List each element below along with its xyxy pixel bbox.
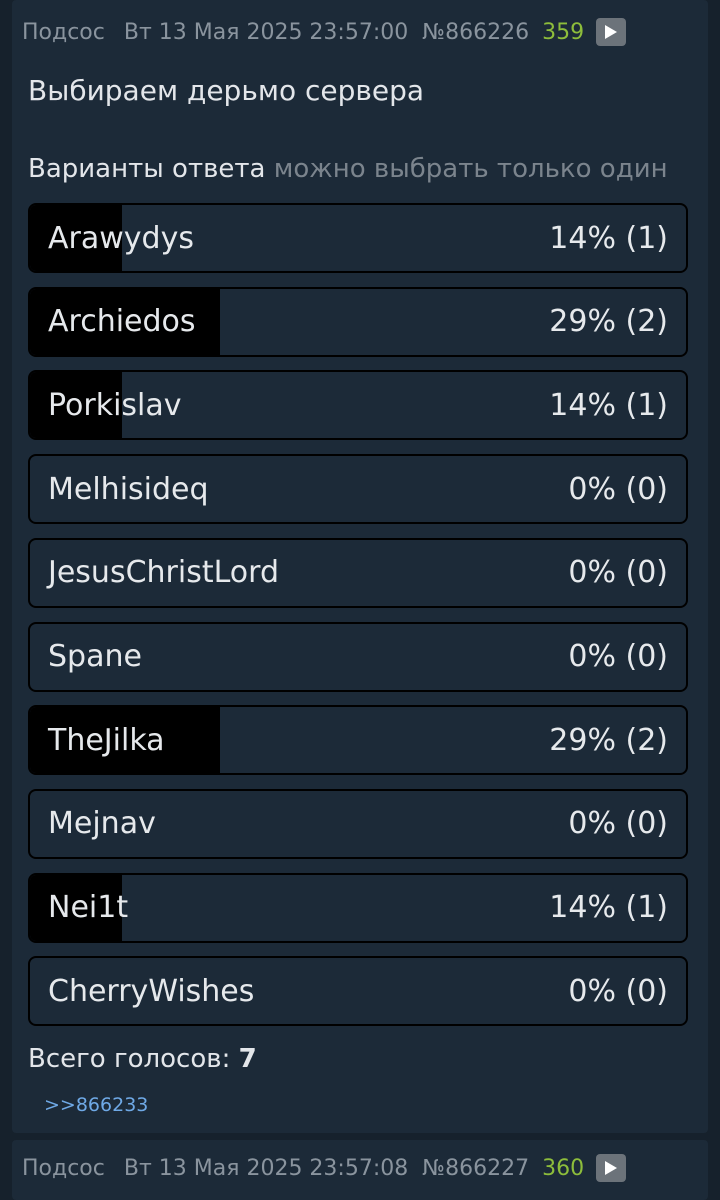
poll-option-result: 0% (0) <box>568 555 668 591</box>
poll-option[interactable]: Mejnav 0% (0) <box>28 788 688 859</box>
total-votes: Всего голосов: 7 <box>28 1044 257 1074</box>
next-post-header: Подсос Вт 13 Мая 2025 23:57:08 №866227 3… <box>22 1151 627 1185</box>
post-card: Подсос Вт 13 Мая 2025 23:57:00 №866226 3… <box>12 0 708 1133</box>
post-author[interactable]: Подсос <box>22 20 105 45</box>
poll-option[interactable]: TheJilka 29% (2) <box>28 705 688 776</box>
poll-option-result: 29% (2) <box>549 722 668 758</box>
next-post-author[interactable]: Подсос <box>22 1156 105 1181</box>
poll-option-name: Nei1t <box>48 890 129 926</box>
poll-option-name: Archiedos <box>48 304 196 340</box>
poll-option-result: 14% (1) <box>549 220 668 256</box>
play-button[interactable] <box>596 18 627 46</box>
next-play-button[interactable] <box>596 1154 627 1182</box>
poll-option-name: Arawydys <box>48 220 194 256</box>
poll-option-name: TheJilka <box>48 722 165 758</box>
post-count: 359 <box>542 19 585 45</box>
next-post-date: Вт 13 Мая 2025 23:57:08 <box>123 1155 409 1181</box>
poll-option-name: Melhisideq <box>48 471 209 507</box>
poll-option-result: 29% (2) <box>549 304 668 340</box>
poll-option-name: Spane <box>48 639 142 674</box>
poll-option[interactable]: Archiedos 29% (2) <box>28 286 688 357</box>
poll-option[interactable]: Porkislav 14% (1) <box>28 370 688 441</box>
poll-option-name: Porkislav <box>48 387 182 423</box>
post-number[interactable]: №866226 <box>422 20 529 45</box>
next-post-number[interactable]: №866227 <box>422 1156 529 1181</box>
poll-label-main: Варианты ответа <box>28 154 266 184</box>
post-header: Подсос Вт 13 Мая 2025 23:57:00 №866226 3… <box>22 15 627 49</box>
poll-option[interactable]: Arawydys 14% (1) <box>28 203 688 273</box>
poll-option-result: 0% (0) <box>568 806 668 842</box>
next-post-card: Подсос Вт 13 Мая 2025 23:57:08 №866227 3… <box>12 1140 708 1200</box>
poll-option-result: 0% (0) <box>568 471 668 507</box>
post-title: Выбираем дерьмо сервера <box>28 74 425 107</box>
poll-option-result: 14% (1) <box>549 890 668 926</box>
poll-option[interactable]: Spane 0% (0) <box>28 621 688 692</box>
poll-option-name: JesusChristLord <box>48 555 279 591</box>
play-icon <box>605 1161 618 1175</box>
next-post-count: 360 <box>542 1155 585 1181</box>
poll-option-result: 0% (0) <box>568 639 668 674</box>
poll-option-result: 14% (1) <box>549 387 668 423</box>
play-icon <box>605 25 618 39</box>
poll-option[interactable]: Melhisideq 0% (0) <box>28 454 688 525</box>
post-date: Вт 13 Мая 2025 23:57:00 <box>123 19 409 45</box>
poll-option[interactable]: CherryWishes 0% (0) <box>28 956 688 1027</box>
poll-label: Варианты ответа можно выбрать только оди… <box>28 154 668 184</box>
poll-option[interactable]: Nei1t 14% (1) <box>28 872 688 943</box>
poll-option[interactable]: JesusChristLord 0% (0) <box>28 537 688 608</box>
total-votes-label: Всего голосов: <box>28 1044 231 1074</box>
poll-option-name: Mejnav <box>48 806 156 842</box>
reply-link[interactable]: >>866233 <box>44 1094 148 1116</box>
total-votes-value: 7 <box>238 1044 257 1074</box>
poll-option-name: CherryWishes <box>48 973 255 1009</box>
poll-option-result: 0% (0) <box>568 973 668 1009</box>
poll-label-hint: можно выбрать только один <box>273 154 668 184</box>
